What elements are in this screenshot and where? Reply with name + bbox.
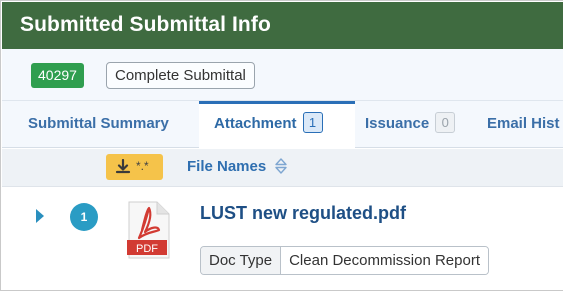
- pdf-file-icon[interactable]: PDF: [125, 200, 173, 260]
- table-row: 1 PDF LUST new regulated.pdf Doc Type Cl…: [2, 188, 563, 290]
- tab-label: Email Hist: [487, 115, 560, 132]
- download-icon: [115, 159, 131, 174]
- issuance-count-badge: 0: [435, 112, 456, 133]
- tab-email-history[interactable]: Email Hist: [487, 101, 560, 148]
- tab-label: Issuance: [365, 115, 430, 132]
- submittal-info-panel: Submitted Submittal Info 40297 Complete …: [0, 0, 563, 291]
- download-all-button[interactable]: *.*: [106, 154, 163, 180]
- status-badge: Complete Submittal: [106, 62, 255, 89]
- doc-type-tag: Doc Type Clean Decommission Report: [200, 246, 489, 275]
- panel-header: Submitted Submittal Info: [2, 2, 563, 49]
- tab-label: Attachment: [214, 115, 297, 132]
- submittal-id-badge: 40297: [31, 63, 84, 88]
- pdf-icon-label: PDF: [136, 243, 158, 255]
- caret-right-icon[interactable]: [35, 208, 45, 224]
- file-name-link[interactable]: LUST new regulated.pdf: [200, 203, 406, 224]
- doc-type-value: Clean Decommission Report: [281, 247, 488, 274]
- tab-issuance[interactable]: Issuance 0: [365, 101, 456, 148]
- row-number-badge: 1: [70, 203, 98, 231]
- attachment-count-badge: 1: [302, 112, 323, 133]
- tab-submittal-summary[interactable]: Submittal Summary: [28, 101, 169, 148]
- download-extension: *.*: [136, 159, 149, 173]
- sort-icon[interactable]: [274, 157, 288, 175]
- doc-type-label: Doc Type: [201, 247, 282, 274]
- page-title: Submitted Submittal Info: [20, 13, 271, 36]
- file-list-header: *.* File Names: [2, 149, 563, 187]
- tab-label: Submittal Summary: [28, 115, 169, 132]
- tab-attachment[interactable]: Attachment 1: [199, 101, 355, 149]
- submittal-id-bar: 40297 Complete Submittal: [2, 49, 563, 101]
- tab-bar: Submittal Summary Attachment 1 Issuance 0 …: [2, 101, 563, 149]
- file-names-column-header[interactable]: File Names: [187, 158, 266, 175]
